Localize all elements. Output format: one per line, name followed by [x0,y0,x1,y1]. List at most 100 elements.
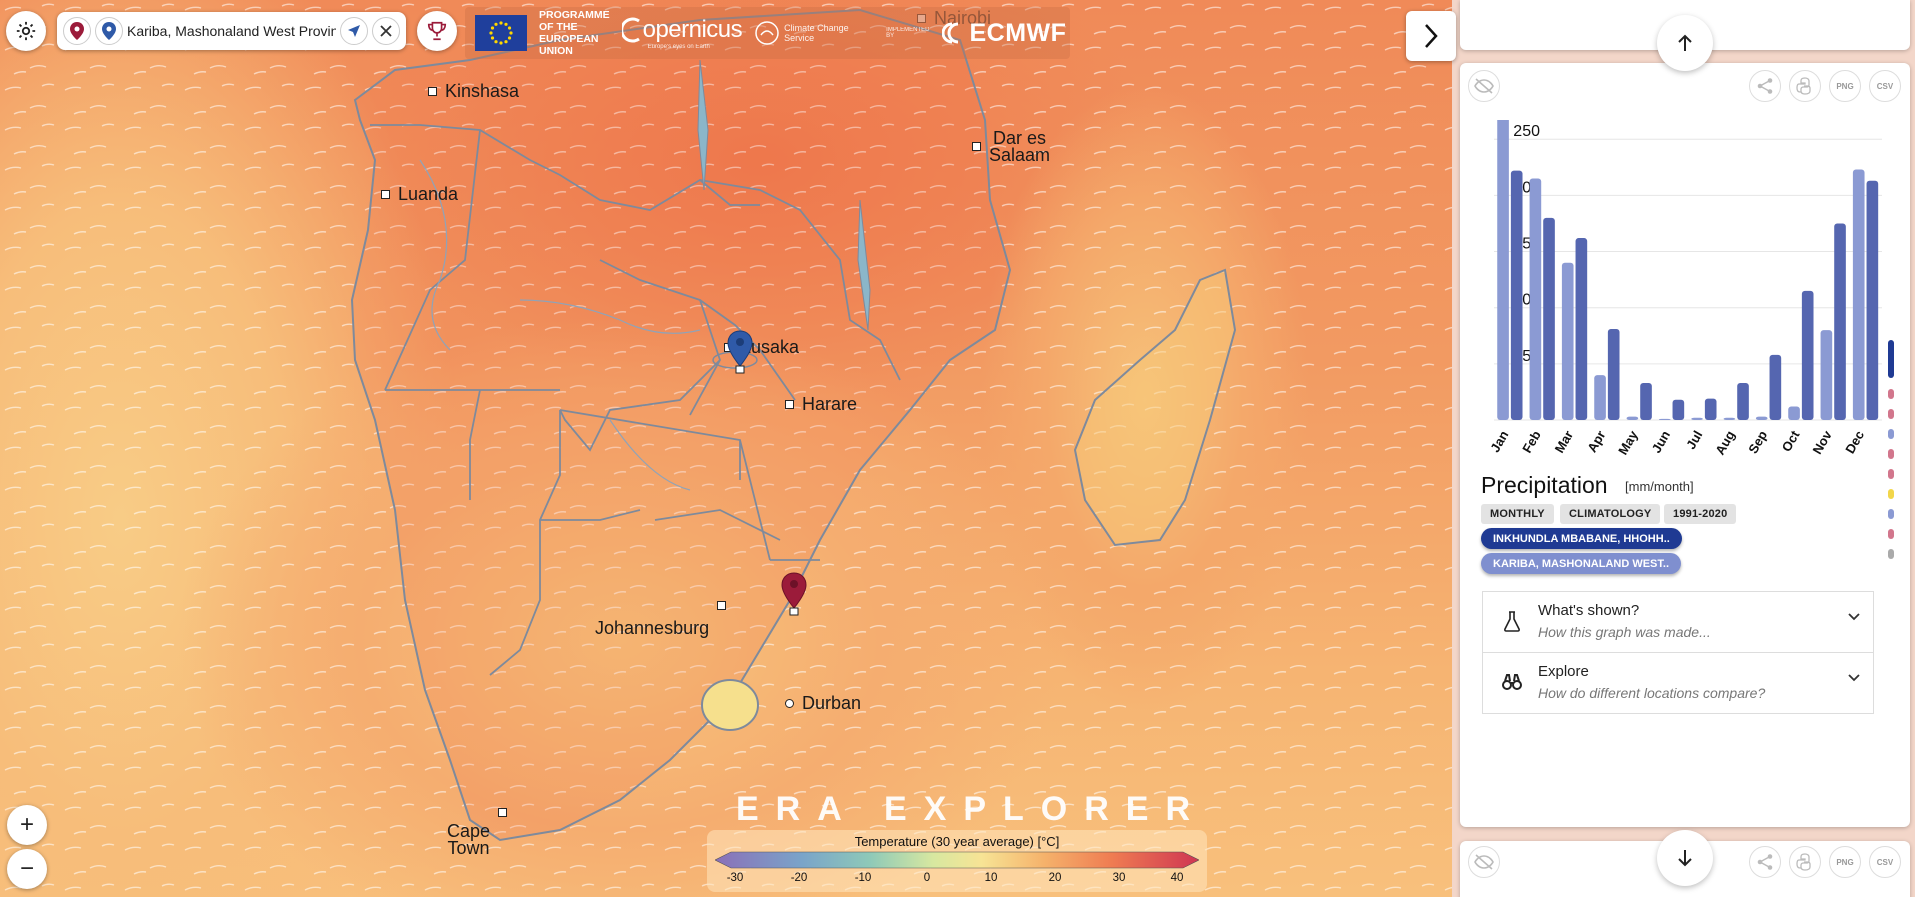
x-tick-label: Aug [1712,428,1738,457]
era-explorer-watermark: ERA EXPLORER [736,790,1208,828]
legend-title: Temperature (30 year average) [°C] [854,834,1060,849]
city-johannesburg[interactable]: Johannesburg [595,618,709,639]
location-pin-blue-icon[interactable] [727,330,753,374]
bar-oct-series-0 [1788,406,1800,420]
x-tick-label: Nov [1810,427,1836,456]
search-input[interactable]: Kariba, Mashonaland West Province [127,23,336,39]
city-luanda[interactable]: Luanda [381,184,458,205]
bar-nov-series-0 [1820,330,1833,420]
x-tick-label: Jul [1683,428,1705,452]
png-icon: PNG [1836,857,1854,867]
share-button[interactable] [1749,70,1781,102]
bar-jun-series-0 [1658,418,1671,420]
city-harare[interactable]: Harare [785,394,857,415]
hide-card-button[interactable] [1468,70,1500,102]
x-tick-label: Feb [1519,428,1544,456]
city-marker [428,87,437,96]
bar-may-series-0 [1626,416,1639,420]
city-johannesburg-marker[interactable] [717,601,726,610]
city-marker [785,400,794,409]
trophy-icon [427,21,447,41]
copernicus-logo: opernicus Europe's eyes on Earth [621,16,743,50]
card-indicator[interactable] [1888,469,1894,479]
card-indicator-active[interactable] [1888,340,1894,378]
city-cape-town[interactable]: Cape Town [447,822,490,857]
csv-icon: CSV [1876,857,1894,867]
bar-mar-series-0 [1561,262,1574,420]
eu-programme-text: PROGRAMME OF THE EUROPEAN UNION [539,9,610,57]
card-indicator[interactable] [1888,549,1894,559]
blue-pin-toggle[interactable] [95,17,123,45]
chevron-right-icon [1425,24,1438,48]
bar-sep-series-0 [1755,416,1768,420]
scroll-down-button[interactable] [1657,830,1713,886]
card-indicator[interactable] [1888,509,1894,519]
scroll-up-button[interactable] [1657,15,1713,71]
legend-tick: 40 [1170,872,1184,884]
x-tick-label: May [1615,427,1641,457]
navigation-arrow-icon [348,25,360,37]
csv-icon: CSV [1876,81,1894,91]
city-durban[interactable]: Durban [785,693,861,714]
x-tick-label: Sep [1745,428,1770,456]
city-dar-es-salaam[interactable]: Dar es Salaam [972,129,1050,164]
bar-jul-series-1 [1704,398,1717,420]
card-indicator[interactable] [1888,389,1894,399]
map-pin-icon [70,22,84,40]
card-indicator[interactable] [1888,449,1894,459]
bar-aug-series-1 [1737,382,1749,420]
bar-oct-series-1 [1801,290,1814,420]
eye-off-icon [1474,854,1494,870]
locate-button[interactable] [340,17,368,45]
toggle-panel-button[interactable] [1406,11,1456,61]
map-pin-icon [102,22,116,40]
download-csv-button[interactable]: CSV [1869,70,1901,102]
city-cape-town-marker[interactable] [498,808,507,817]
bar-may-series-1 [1640,382,1652,420]
download-png-button-2[interactable]: PNG [1829,846,1861,878]
y-tick-label: 250 [1513,123,1540,140]
chart-unit: [mm/month] [1625,479,1694,494]
location-pill-kariba[interactable]: KARIBA, MASHONALAND WEST.. [1481,553,1681,574]
tag-monthly[interactable]: MONTHLY [1481,504,1554,524]
clear-search-button[interactable] [372,17,400,45]
zoom-out-button[interactable]: − [7,849,47,889]
card-indicator[interactable] [1888,529,1894,539]
python-button-2[interactable] [1789,846,1821,878]
python-button[interactable] [1789,70,1821,102]
download-png-button[interactable]: PNG [1829,70,1861,102]
legend-tick: -30 [726,872,744,884]
arrow-up-icon [1678,34,1692,51]
trophy-button[interactable] [417,11,457,51]
card-indicator[interactable] [1888,429,1894,439]
map-legend: Temperature (30 year average) [°C] -30 -… [707,830,1207,892]
tag-climatology[interactable]: CLIMATOLOGY [1560,504,1661,524]
city-kinshasa[interactable]: Kinshasa [428,81,519,102]
accordion-explore[interactable]: Explore How do different locations compa… [1482,652,1874,714]
hide-card-button-2[interactable] [1468,846,1500,878]
card-indicator[interactable] [1888,409,1894,419]
card-indicator[interactable] [1888,489,1894,499]
accordion-whats-shown[interactable]: What's shown? How this graph was made... [1482,591,1874,653]
x-tick-label: Jan [1487,428,1511,455]
legend-tick: 10 [984,872,998,884]
red-pin-toggle[interactable] [63,17,91,45]
location-pin-red-icon[interactable] [781,572,807,616]
location-pill-mbabane[interactable]: INKHUNDLA MBABANE, HHOHH.. [1481,528,1682,549]
x-tick-label: Dec [1842,428,1867,456]
bar-aug-series-0 [1723,417,1736,420]
zoom-in-button[interactable]: + [7,805,47,845]
bar-jun-series-1 [1672,399,1685,420]
download-csv-button-2[interactable]: CSV [1869,846,1901,878]
legend-colorbar [715,851,1199,869]
plus-icon: + [19,811,34,838]
x-tick-label: Apr [1584,428,1608,455]
eu-stars [489,21,513,45]
bar-jul-series-0 [1691,417,1703,420]
tag-period[interactable]: 1991-2020 [1664,504,1737,524]
settings-button[interactable] [6,11,46,51]
arrow-down-icon [1678,850,1692,867]
bar-dec-series-0 [1852,169,1865,420]
location-search[interactable]: Kariba, Mashonaland West Province [57,12,406,50]
share-button-2[interactable] [1749,846,1781,878]
